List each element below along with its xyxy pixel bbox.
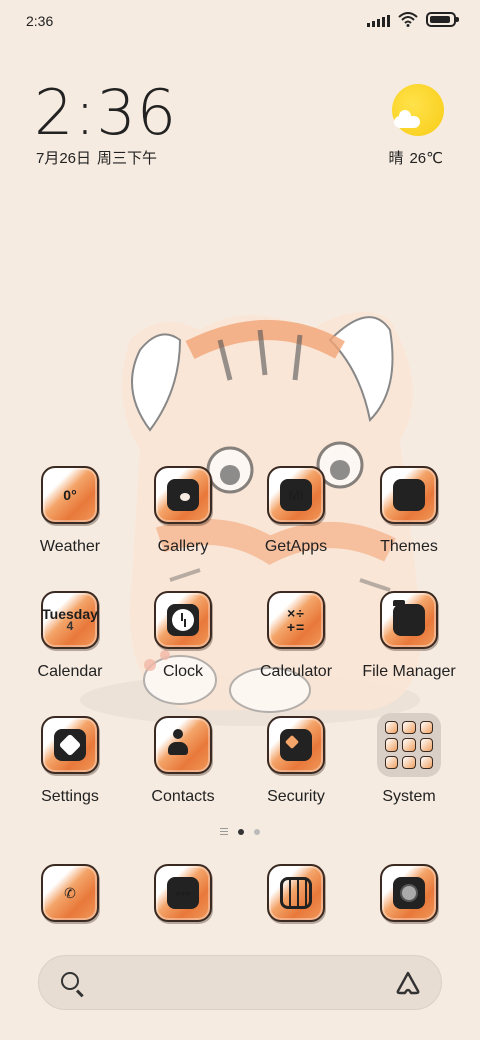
app-file-manager[interactable]: File Manager: [354, 591, 464, 681]
page-dot-1[interactable]: [238, 828, 244, 835]
calendar-icon: Tuesday 4: [41, 591, 99, 649]
weather-widget-text[interactable]: 晴 26℃: [382, 147, 443, 168]
calculator-icon: ×÷ +=: [267, 591, 325, 649]
app-calculator[interactable]: ×÷ += Calculator: [241, 591, 351, 681]
app-label-clock: Clock: [162, 663, 203, 680]
getapps-glyph: MI: [280, 479, 312, 511]
clock-widget-date[interactable]: 7月26日 周三下午: [36, 147, 163, 168]
app-label-system: System: [382, 788, 436, 805]
app-getapps[interactable]: MI GetApps: [241, 466, 351, 556]
phone-glyph: ✆: [64, 884, 76, 901]
list-view-icon[interactable]: [220, 828, 228, 835]
weekday-text: 周三下午: [97, 150, 158, 167]
message-icon: •••: [154, 864, 212, 922]
app-label-weather: Weather: [39, 538, 101, 555]
dock-phone[interactable]: ✆: [40, 864, 100, 922]
sun-cloud-icon[interactable]: [392, 84, 444, 136]
app-calendar[interactable]: Tuesday 4 Calendar: [15, 591, 125, 681]
app-weather[interactable]: 0° Weather: [15, 466, 125, 556]
calendar-date-glyph: 4: [66, 619, 74, 633]
battery-icon: [426, 12, 459, 27]
search-bar[interactable]: [38, 955, 442, 1010]
clock-widget-time[interactable]: 2:36: [34, 76, 177, 149]
wifi-icon: [398, 12, 418, 27]
gear-icon: [41, 716, 99, 774]
shield-icon: [267, 716, 325, 774]
shopping-bag-icon: MI: [267, 466, 325, 524]
app-label-calculator: Calculator: [259, 663, 333, 680]
weather-condition: 晴: [388, 150, 404, 167]
app-label-settings: Settings: [41, 788, 99, 805]
app-gallery[interactable]: Gallery: [128, 466, 238, 556]
app-label-security: Security: [267, 788, 325, 805]
app-security[interactable]: Security: [241, 716, 351, 806]
signal-icon: [367, 13, 390, 27]
app-label-getapps: GetApps: [264, 538, 328, 555]
folder-group-icon: [377, 713, 441, 777]
app-label-themes: Themes: [380, 538, 438, 555]
dock-camera[interactable]: [379, 864, 439, 922]
app-label-calendar: Calendar: [37, 663, 103, 680]
calculator-glyph: ×÷ +=: [286, 605, 306, 635]
app-contacts[interactable]: Contacts: [128, 716, 238, 806]
date-text: 7月26日: [36, 150, 92, 167]
dock-messages[interactable]: •••: [153, 864, 213, 922]
status-bar: 2:36: [0, 0, 480, 40]
browser-globe-icon: [267, 864, 325, 922]
battery-fill: [430, 16, 450, 23]
gallery-icon: [154, 466, 212, 524]
phone-icon: ✆: [41, 864, 99, 922]
app-label-gallery: Gallery: [157, 538, 209, 555]
app-settings[interactable]: Settings: [15, 716, 125, 806]
app-themes[interactable]: Themes: [354, 466, 464, 556]
dock-browser[interactable]: [266, 864, 326, 922]
weather-temperature: 26℃: [409, 150, 443, 167]
search-icon[interactable]: [61, 972, 79, 990]
cloud-icon: [394, 110, 420, 128]
app-clock[interactable]: Clock: [128, 591, 238, 681]
app-system-folder[interactable]: System: [354, 713, 464, 806]
app-label-contacts: Contacts: [151, 788, 215, 805]
person-icon: [154, 716, 212, 774]
app-label-file-manager: File Manager: [362, 663, 456, 680]
paintbrush-icon: [380, 466, 438, 524]
weather-glyph: 0°: [63, 487, 77, 503]
status-icons: [367, 12, 459, 27]
page-dot-2[interactable]: [254, 828, 260, 835]
weather-icon: 0°: [41, 466, 99, 524]
camera-icon: [380, 864, 438, 922]
assistant-icon[interactable]: [395, 970, 421, 996]
page-indicator[interactable]: [0, 828, 480, 835]
clock-icon: [154, 591, 212, 649]
folder-icon: [380, 591, 438, 649]
message-glyph: •••: [167, 877, 199, 909]
status-time: 2:36: [26, 13, 54, 29]
